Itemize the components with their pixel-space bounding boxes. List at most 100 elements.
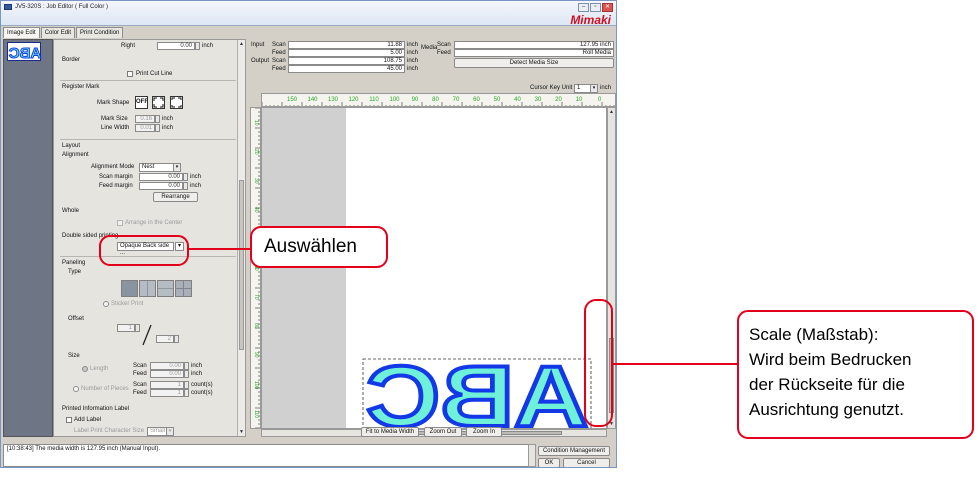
label-char-size-value: Small: [150, 428, 166, 434]
ruler-label: 90: [253, 352, 259, 358]
pieces-feed-spinner[interactable]: [184, 389, 189, 397]
mark-size-input[interactable]: 0.16: [135, 115, 155, 123]
length-scan-spinner[interactable]: [184, 362, 189, 370]
label-char-size-select[interactable]: Small ▾: [147, 427, 174, 436]
artwork-text: ABC: [366, 358, 588, 429]
pieces-scan-input[interactable]: 1: [150, 381, 184, 389]
length-scan-input[interactable]: 0.00: [150, 362, 184, 370]
ruler-label: 40: [253, 207, 259, 213]
minimize-button[interactable]: –: [578, 3, 589, 12]
scan-margin-spinner[interactable]: [183, 173, 188, 181]
alignment-mode-select[interactable]: Nest ▾: [139, 163, 181, 172]
cancel-button[interactable]: Cancel: [563, 458, 610, 467]
ruler-label: 80: [253, 323, 259, 329]
corner-marks-icon: [153, 97, 164, 108]
pieces-feed-input[interactable]: 1: [150, 389, 184, 397]
offset-b-spinner[interactable]: [174, 335, 179, 343]
paneling-type-horizontal[interactable]: [157, 280, 174, 297]
input-scan-unit: inch: [407, 42, 419, 48]
pieces-scan-spinner[interactable]: [184, 381, 189, 389]
offset-a-input[interactable]: 1: [117, 324, 135, 332]
chevron-down-icon: ▾: [173, 164, 180, 171]
scroll-up-icon[interactable]: ▲: [239, 41, 244, 47]
length-radio[interactable]: [82, 366, 88, 372]
ruler-label: 10: [576, 97, 583, 103]
paneling-type-grid[interactable]: [175, 280, 192, 297]
double-sided-dropdown-button[interactable]: ▾: [175, 242, 184, 251]
title-bar: JV5-320S : Job Editor ( Full Color ) – ▫…: [1, 1, 616, 27]
rearrange-button[interactable]: Rearrange: [153, 192, 198, 202]
ruler-label: 70: [453, 97, 460, 103]
paneling-type-none[interactable]: [121, 280, 138, 297]
divider: [60, 80, 236, 81]
right-value-input[interactable]: 0.00: [157, 42, 195, 50]
vertical-ruler: 102030405060708090100110: [250, 107, 261, 429]
scan-margin-input[interactable]: 0.00: [139, 173, 183, 181]
mirrored-abc-artwork[interactable]: ABC: [362, 358, 592, 429]
sticker-print-radio[interactable]: [103, 301, 109, 307]
callout-scale-line: Scale (Maßstab):: [749, 325, 879, 344]
offset-slash-icon: [142, 324, 152, 346]
fit-to-media-width-button[interactable]: Fit to Media Width: [361, 427, 419, 437]
pieces-scan-unit: count(s): [191, 382, 213, 388]
scroll-down-icon[interactable]: ▼: [239, 429, 244, 435]
ruler-label: 20: [253, 149, 259, 155]
preview-scroll-thumb[interactable]: [609, 338, 614, 413]
tab-color-edit[interactable]: Color Edit: [40, 27, 76, 38]
double-sided-select[interactable]: Opaque Back side ...: [117, 242, 174, 256]
zoom-in-button[interactable]: Zoom In: [466, 427, 502, 437]
callout-scale-line: der Rückseite für die: [749, 375, 905, 394]
arrange-center-checkbox[interactable]: [117, 220, 123, 226]
scroll-down-icon[interactable]: ▼: [609, 421, 614, 427]
ruler-label: 70: [253, 294, 259, 300]
output-scan-value: 108.75: [288, 57, 405, 65]
paneling-type-vertical[interactable]: [139, 280, 156, 297]
output-scan-unit: inch: [407, 58, 419, 64]
job-thumbnail[interactable]: ABC: [7, 42, 42, 63]
mark-shape-corner-button[interactable]: [152, 96, 165, 109]
feed-margin-input[interactable]: 0.00: [139, 182, 183, 190]
print-cut-line-checkbox[interactable]: [127, 71, 133, 77]
ruler-label: 140: [307, 97, 318, 103]
input-feed-value: 5.00: [288, 49, 405, 57]
maximize-button[interactable]: ▫: [590, 3, 601, 12]
settings-scrollbar[interactable]: ▲ ▼: [237, 40, 245, 436]
job-thumbnail-strip: ABC: [3, 39, 53, 437]
mark-shape-off-button[interactable]: OFF: [135, 96, 148, 109]
tab-print-condition[interactable]: Print Condition: [76, 27, 124, 38]
number-of-pieces-radio[interactable]: [73, 386, 79, 392]
ruler-label: 90: [412, 97, 419, 103]
cursor-key-unit-label: Cursor Key Unit: [530, 85, 573, 91]
mark-shape-frame-button[interactable]: [170, 96, 183, 109]
feed-margin-label: Feed margin: [99, 183, 133, 189]
right-spinner[interactable]: [195, 42, 200, 50]
line-width-spinner[interactable]: [155, 124, 160, 132]
print-preview-canvas[interactable]: ABC: [261, 107, 607, 429]
detect-media-size-button[interactable]: Detect Media Size: [454, 58, 614, 68]
label-char-size-label: Label Print Character Size: [74, 428, 145, 434]
length-feed-spinner[interactable]: [184, 370, 189, 378]
mark-size-spinner[interactable]: [155, 115, 160, 123]
mark-size-label: Mark Size: [101, 116, 128, 122]
ok-button[interactable]: OK: [538, 458, 560, 467]
paneling-type-label: Type: [68, 269, 82, 275]
pieces-feed-unit: count(s): [191, 390, 213, 396]
add-label-checkbox[interactable]: [66, 417, 72, 423]
condition-management-button[interactable]: Condition Management: [538, 446, 610, 456]
media-heading: Media: [421, 45, 438, 51]
cursor-key-unit-select[interactable]: 1 ▾: [574, 84, 598, 93]
callout-scale-line: Wird beim Bedrucken: [749, 350, 912, 369]
window-title: JV5-320S : Job Editor ( Full Color ): [15, 4, 109, 10]
length-feed-input[interactable]: 0.00: [150, 370, 184, 378]
line-width-input[interactable]: 0.01: [135, 124, 155, 132]
scroll-up-icon[interactable]: ▲: [609, 109, 614, 115]
feed-margin-spinner[interactable]: [183, 182, 188, 190]
length-feed-unit: inch: [191, 371, 203, 377]
close-button[interactable]: ✕: [602, 3, 613, 12]
settings-scroll-thumb[interactable]: [239, 180, 244, 350]
log-scrollbar[interactable]: [528, 444, 536, 467]
preview-vertical-scrollbar[interactable]: ▲ ▼: [607, 107, 616, 429]
offset-b-input[interactable]: 2: [156, 335, 174, 343]
zoom-out-button[interactable]: Zoom Out: [424, 427, 462, 437]
tab-image-edit[interactable]: Image Edit: [3, 27, 40, 38]
